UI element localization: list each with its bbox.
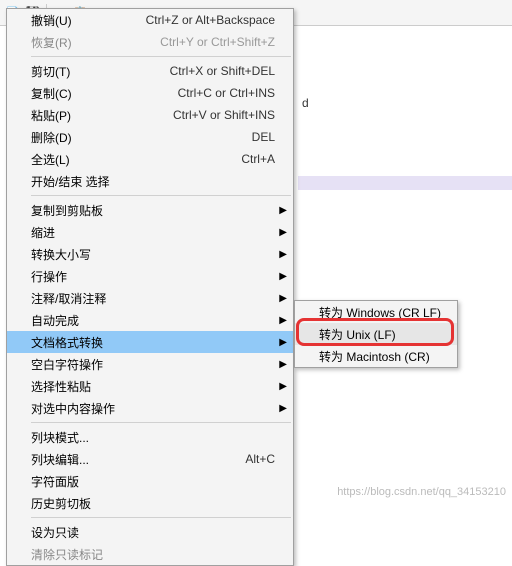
menu-item-shortcut: DEL <box>252 130 275 144</box>
menu-item-label: 开始/结束 选择 <box>31 173 275 190</box>
menu-item-char-panel[interactable]: 字符面版 <box>7 470 293 492</box>
menu-item-label: 列块模式... <box>31 429 275 446</box>
submenu-item-to-unix[interactable]: 转为 Unix (LF) <box>295 323 457 345</box>
watermark: https://blog.csdn.net/qq_34153210 <box>337 486 506 498</box>
menu-item-shortcut: Ctrl+V or Shift+INS <box>173 108 275 122</box>
menu-item-undo[interactable]: 撤销(U)Ctrl+Z or Alt+Backspace <box>7 9 293 31</box>
menu-separator <box>31 56 291 57</box>
menu-item-label: 选择性粘贴 <box>31 378 275 395</box>
submenu-arrow-icon: ▶ <box>279 337 287 348</box>
submenu-arrow-icon: ▶ <box>279 271 287 282</box>
menu-item-label: 全选(L) <box>31 151 241 168</box>
menu-item-label: 复制(C) <box>31 85 178 102</box>
menu-item-label: 对选中内容操作 <box>31 400 275 417</box>
menu-item-label: 粘贴(P) <box>31 107 173 124</box>
menu-item-label: 行操作 <box>31 268 275 285</box>
editor-text: d <box>302 96 309 110</box>
menu-item-cut[interactable]: 剪切(T)Ctrl+X or Shift+DEL <box>7 60 293 82</box>
submenu-item-to-windows[interactable]: 转为 Windows (CR LF) <box>295 301 457 323</box>
menu-item-eol-convert[interactable]: 文档格式转换 ▶ <box>7 331 293 353</box>
menu-item-label: 文档格式转换 <box>31 334 275 351</box>
menu-item-label: 设为只读 <box>31 524 275 541</box>
menu-item-label: 剪切(T) <box>31 63 170 80</box>
submenu-arrow-icon: ▶ <box>279 359 287 370</box>
menu-item-select-all[interactable]: 全选(L)Ctrl+A <box>7 148 293 170</box>
menu-item-delete[interactable]: 删除(D)DEL <box>7 126 293 148</box>
menu-item-paste[interactable]: 粘贴(P)Ctrl+V or Shift+INS <box>7 104 293 126</box>
menu-item-shortcut: Ctrl+A <box>241 152 275 166</box>
menu-item-label: 字符面版 <box>31 473 275 490</box>
eol-convert-submenu: 转为 Windows (CR LF) 转为 Unix (LF) 转为 Macinto… <box>294 300 458 368</box>
menu-item-label: 历史剪切板 <box>31 495 275 512</box>
menu-item-shortcut: Ctrl+X or Shift+DEL <box>170 64 275 78</box>
menu-item-shortcut: Ctrl+Y or Ctrl+Shift+Z <box>160 35 275 49</box>
menu-item-indent[interactable]: 缩进 ▶ <box>7 221 293 243</box>
menu-item-label: 恢复(R) <box>31 34 160 51</box>
menu-item-label: 注释/取消注释 <box>31 290 275 307</box>
menu-item-column-editor[interactable]: 列块编辑...Alt+C <box>7 448 293 470</box>
menu-item-clear-readonly: 清除只读标记 <box>7 543 293 565</box>
menu-item-clipboard-history[interactable]: 历史剪切板 <box>7 492 293 514</box>
submenu-arrow-icon: ▶ <box>279 205 287 216</box>
submenu-arrow-icon: ▶ <box>279 381 287 392</box>
menu-item-label: 复制到剪贴板 <box>31 202 275 219</box>
submenu-arrow-icon: ▶ <box>279 227 287 238</box>
submenu-item-label: 转为 Macintosh (CR) <box>319 348 430 365</box>
menu-item-copy[interactable]: 复制(C)Ctrl+C or Ctrl+INS <box>7 82 293 104</box>
menu-item-label: 自动完成 <box>31 312 275 329</box>
menu-item-shortcut: Ctrl+Z or Alt+Backspace <box>146 13 275 27</box>
menu-item-paste-special[interactable]: 选择性粘贴 ▶ <box>7 375 293 397</box>
menu-item-label: 撤销(U) <box>31 12 146 29</box>
menu-item-shortcut: Ctrl+C or Ctrl+INS <box>178 86 275 100</box>
submenu-arrow-icon: ▶ <box>279 249 287 260</box>
menu-item-column-mode[interactable]: 列块模式... <box>7 426 293 448</box>
menu-item-label: 清除只读标记 <box>31 546 275 563</box>
menu-item-label: 缩进 <box>31 224 275 241</box>
submenu-arrow-icon: ▶ <box>279 293 287 304</box>
submenu-item-label: 转为 Windows (CR LF) <box>319 304 441 321</box>
menu-item-case[interactable]: 转换大小写 ▶ <box>7 243 293 265</box>
menu-item-copy-clipboard[interactable]: 复制到剪贴板 ▶ <box>7 199 293 221</box>
menu-item-shortcut: Alt+C <box>245 452 275 466</box>
menu-item-label: 删除(D) <box>31 129 252 146</box>
menu-separator <box>31 195 291 196</box>
menu-item-redo: 恢复(R)Ctrl+Y or Ctrl+Shift+Z <box>7 31 293 53</box>
menu-item-blank-ops[interactable]: 空白字符操作 ▶ <box>7 353 293 375</box>
submenu-arrow-icon: ▶ <box>279 403 287 414</box>
menu-separator <box>31 517 291 518</box>
menu-separator <box>31 422 291 423</box>
menu-item-comment[interactable]: 注释/取消注释 ▶ <box>7 287 293 309</box>
edit-menu: 撤销(U)Ctrl+Z or Alt+Backspace恢复(R)Ctrl+Y … <box>6 8 294 566</box>
menu-item-autocomplete[interactable]: 自动完成 ▶ <box>7 309 293 331</box>
menu-item-set-readonly[interactable]: 设为只读 <box>7 521 293 543</box>
menu-item-label: 列块编辑... <box>31 451 245 468</box>
menu-item-on-selection[interactable]: 对选中内容操作 ▶ <box>7 397 293 419</box>
editor-highlight-line <box>298 176 512 190</box>
menu-item-label: 转换大小写 <box>31 246 275 263</box>
submenu-item-label: 转为 Unix (LF) <box>319 326 396 343</box>
menu-item-label: 空白字符操作 <box>31 356 275 373</box>
menu-item-begin-end-select[interactable]: 开始/结束 选择 <box>7 170 293 192</box>
submenu-item-to-mac[interactable]: 转为 Macintosh (CR) <box>295 345 457 367</box>
menu-item-line-ops[interactable]: 行操作 ▶ <box>7 265 293 287</box>
submenu-arrow-icon: ▶ <box>279 315 287 326</box>
